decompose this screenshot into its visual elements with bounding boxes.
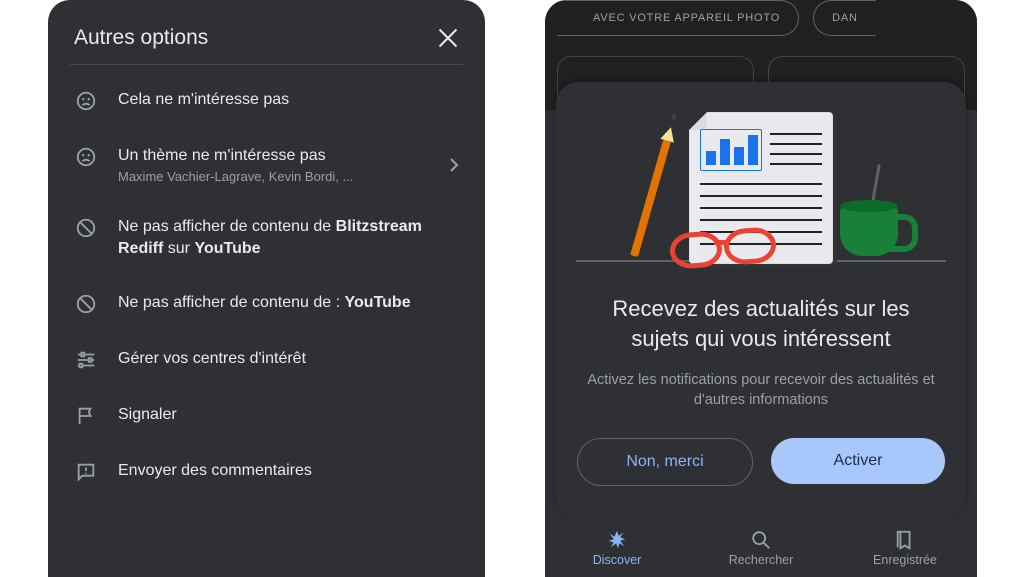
illustration <box>576 110 946 270</box>
option-item[interactable]: Ne pas afficher de contenu de : YouTube <box>70 276 463 332</box>
option-title: Signaler <box>118 404 459 426</box>
discover-screen: AVEC VOTRE APPAREIL PHOTO DAN <box>545 0 977 577</box>
nav-label: Discover <box>593 553 642 567</box>
block-icon <box>74 292 98 316</box>
sheet-header: Autres options <box>70 0 463 64</box>
prompt-headline: Recevez des actualités sur les sujets qu… <box>582 294 940 354</box>
close-icon[interactable] <box>437 27 459 49</box>
option-item[interactable]: Signaler <box>70 388 463 444</box>
glasses-icon <box>670 232 780 262</box>
option-item[interactable]: Envoyer des commentaires <box>70 444 463 500</box>
option-title: Un thème ne m'intéresse pas <box>118 145 429 167</box>
option-title: Cela ne m'intéresse pas <box>118 89 459 111</box>
sheet-title: Autres options <box>74 26 208 50</box>
pencil-icon <box>630 140 671 258</box>
mug-icon <box>840 206 898 256</box>
nav-search[interactable]: Rechercher <box>689 519 833 577</box>
options-list: Cela ne m'intéresse pas Un thème ne m'int… <box>70 73 463 500</box>
prompt-description: Activez les notifications pour recevoir … <box>586 370 936 410</box>
option-title: Ne pas afficher de contenu de Blitzstrea… <box>118 216 459 260</box>
feedback-icon <box>74 460 98 484</box>
notification-prompt-card: Recevez des actualités sur les sujets qu… <box>556 82 966 519</box>
option-title: Envoyer des commentaires <box>118 460 459 482</box>
suggestion-chip[interactable]: AVEC VOTRE APPAREIL PHOTO <box>557 0 799 36</box>
search-icon <box>750 529 772 551</box>
option-title: Ne pas afficher de contenu de : YouTube <box>118 292 459 314</box>
nav-label: Rechercher <box>729 553 794 567</box>
tune-icon <box>74 348 98 372</box>
option-item[interactable]: Ne pas afficher de contenu de Blitzstrea… <box>70 200 463 276</box>
prompt-buttons: Non, merci Activer <box>576 438 946 486</box>
block-icon <box>74 216 98 240</box>
nav-saved[interactable]: Enregistrée <box>833 519 977 577</box>
option-title: Gérer vos centres d'intérêt <box>118 348 459 370</box>
accept-button[interactable]: Activer <box>771 438 945 484</box>
option-item[interactable]: Cela ne m'intéresse pas <box>70 73 463 129</box>
bottom-nav: Discover Rechercher Enregistrée <box>545 519 977 577</box>
flag-icon <box>74 404 98 428</box>
options-sheet: Autres options Cela ne m'intéresse pas Un… <box>48 0 485 577</box>
divider <box>70 64 463 65</box>
option-item[interactable]: Gérer vos centres d'intérêt <box>70 332 463 388</box>
nav-label: Enregistrée <box>873 553 937 567</box>
chevron-right-icon <box>449 157 459 173</box>
option-subtitle: Maxime Vachier-Lagrave, Kevin Bordi, ... <box>118 169 429 184</box>
sad-face-icon <box>74 89 98 113</box>
collections-icon <box>894 529 916 551</box>
decline-button[interactable]: Non, merci <box>577 438 753 486</box>
spark-icon <box>606 529 628 551</box>
suggestion-chip[interactable]: DAN <box>813 0 876 36</box>
nav-discover[interactable]: Discover <box>545 519 689 577</box>
option-item[interactable]: Un thème ne m'intéresse pas Maxime Vachie… <box>70 129 463 200</box>
sad-face-icon <box>74 145 98 169</box>
